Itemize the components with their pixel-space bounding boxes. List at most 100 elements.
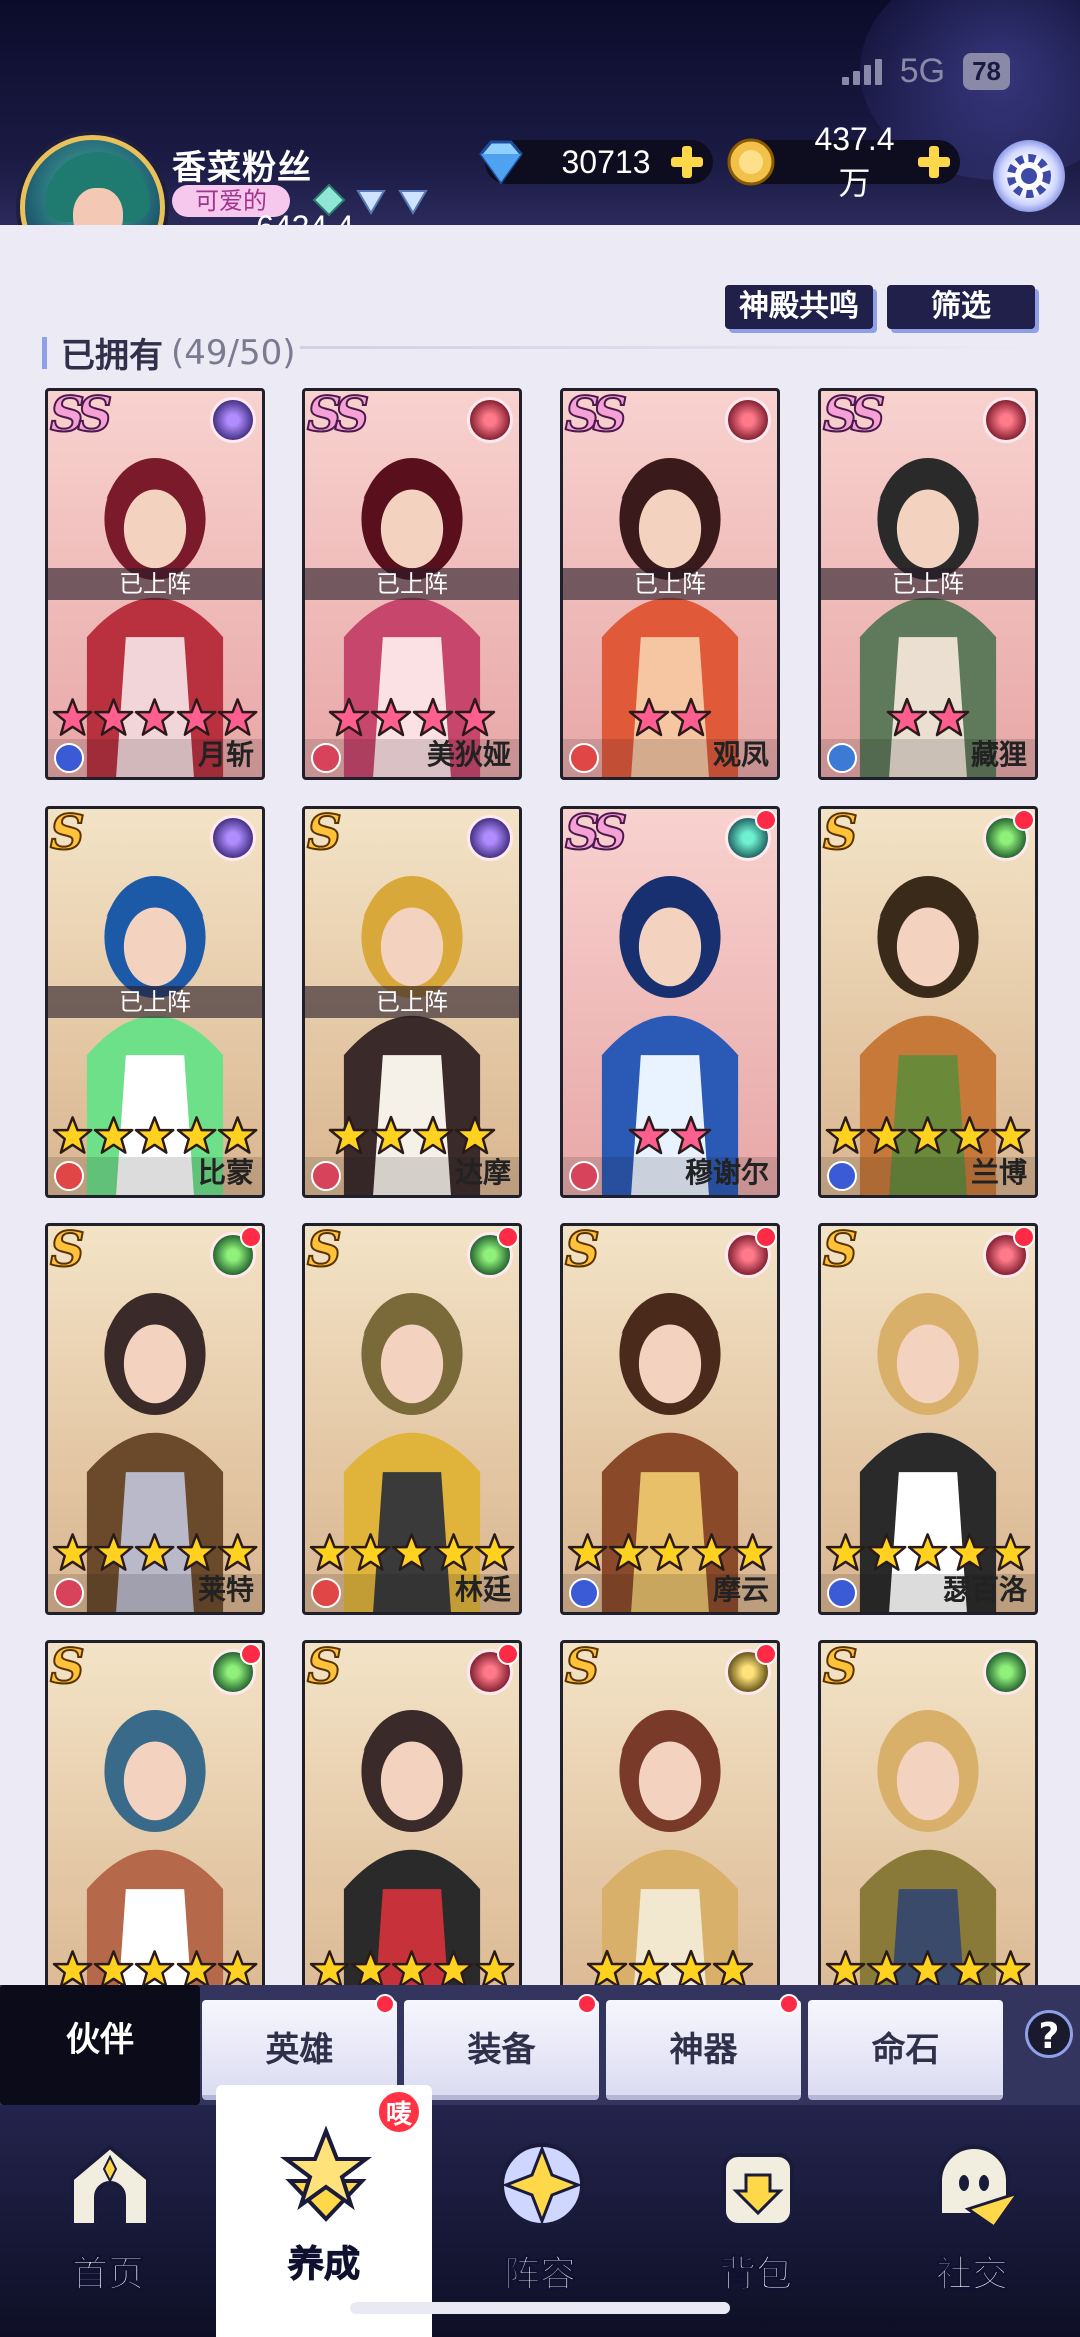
hero-card[interactable]: SS 已上阵 观凤 — [560, 388, 780, 780]
hero-card[interactable]: S 莱特 — [45, 1223, 265, 1615]
star-rating — [52, 1115, 258, 1155]
moon-faction-icon — [210, 397, 256, 443]
diamond-counter: 30713 — [479, 140, 713, 185]
star-icon — [628, 697, 670, 737]
hero-card[interactable]: S 瑟百洛 — [818, 1223, 1038, 1615]
star-icon — [93, 698, 134, 736]
hero-name: 摩云 — [712, 1573, 769, 1606]
owned-count: (49/50) — [171, 332, 296, 373]
hero-card[interactable]: S 摩云 — [560, 1223, 780, 1615]
notification-dot — [577, 1994, 597, 2014]
hero-name: 达摩 — [454, 1156, 511, 1189]
hero-grade: SS — [306, 388, 370, 444]
star-icon — [370, 1115, 412, 1155]
star-icon — [217, 1533, 258, 1571]
help-button[interactable]: ? — [1025, 2010, 1073, 2058]
notification-dot — [779, 1994, 799, 2014]
nav-label: 阵容 — [503, 2253, 576, 2296]
notification-dot — [240, 1226, 262, 1248]
hero-grade: S — [49, 1223, 86, 1279]
hero-name: 比蒙 — [197, 1156, 254, 1189]
owned-label: 已拥有 — [61, 336, 163, 376]
sword-role-icon — [54, 743, 84, 773]
notification-dot — [755, 809, 777, 831]
gear-icon — [1007, 154, 1051, 198]
hero-card[interactable]: SS 穆谢尔 — [560, 806, 780, 1198]
star-icon — [135, 1950, 175, 1988]
tab-fate-stones[interactable]: 命石 — [808, 2000, 1003, 2100]
wand-role-icon — [311, 743, 341, 773]
star-icon — [670, 1115, 712, 1155]
star-icon — [691, 1533, 732, 1571]
tab-partners[interactable]: 伙伴 — [0, 1985, 200, 2105]
tab-equipment[interactable]: 装备 — [404, 1994, 599, 2100]
add-diamond-button[interactable] — [667, 142, 707, 182]
hero-card[interactable]: S — [560, 1640, 780, 2032]
star-icon — [52, 1950, 93, 1988]
star-rating — [825, 1949, 1031, 1989]
deployed-label: 已上阵 — [821, 568, 1035, 600]
hero-card[interactable]: S 林廷 — [302, 1223, 522, 1615]
hero-card[interactable]: S 兰博 — [818, 806, 1038, 1198]
hero-name: 美狄娅 — [426, 738, 511, 771]
star-rating — [52, 1532, 258, 1572]
gem-icon — [398, 190, 428, 215]
tab-artifacts[interactable]: 神器 — [606, 1994, 801, 2100]
star-icon — [474, 1533, 515, 1571]
star-icon — [176, 698, 217, 736]
hero-card[interactable]: SS 已上阵 美狄娅 — [302, 388, 522, 780]
settings-gear-button[interactable] — [993, 140, 1065, 212]
filter-button[interactable]: 筛选 — [887, 285, 1035, 329]
temple-resonance-button[interactable]: 神殿共鸣 — [725, 285, 873, 329]
hero-card[interactable]: S — [818, 1640, 1038, 2032]
star-icon — [176, 1533, 217, 1571]
nav-label: 社交 — [935, 2253, 1008, 2296]
fire-faction-icon — [725, 397, 771, 443]
star-icon — [628, 1949, 670, 1989]
star-icon — [712, 1949, 754, 1989]
notification-dot — [1013, 1226, 1035, 1248]
hero-card[interactable]: SS 已上阵 月斩 — [45, 388, 265, 780]
star-icon — [412, 1115, 454, 1155]
hero-card[interactable]: S 已上阵 达摩 — [302, 806, 522, 1198]
hero-card[interactable]: S 已上阵 比蒙 — [45, 806, 265, 1198]
fire-faction-icon — [983, 397, 1029, 443]
star-icon — [908, 1116, 948, 1154]
star-icon — [866, 1116, 907, 1154]
hero-name: 观凤 — [712, 738, 769, 771]
add-gold-button[interactable] — [914, 142, 954, 182]
nav-cultivate[interactable]: 唛 养成 — [216, 2085, 432, 2337]
star-icon — [908, 1950, 948, 1988]
star-icon — [217, 1116, 258, 1154]
hero-grade: S — [564, 1640, 601, 1696]
backpack-icon — [722, 2153, 794, 2227]
star-icon — [586, 1949, 628, 1989]
star-icon — [135, 698, 175, 736]
star-icon — [990, 1950, 1031, 1988]
star-icon — [650, 1533, 690, 1571]
star-icon — [412, 697, 454, 737]
star-icon — [176, 1950, 217, 1988]
nav-home[interactable]: 首页 — [0, 2105, 216, 2337]
hero-grade: S — [306, 1640, 343, 1696]
wand-role-icon — [311, 1161, 341, 1191]
nav-social[interactable]: 社交 — [864, 2105, 1080, 2337]
shield-role-icon — [311, 1578, 341, 1608]
star-rating — [309, 1532, 515, 1572]
hero-card[interactable]: S — [302, 1640, 522, 2032]
hero-card[interactable]: SS 已上阵 藏狸 — [818, 388, 1038, 780]
star-icon — [454, 697, 496, 737]
notification-dot — [497, 1643, 519, 1665]
star-icon — [866, 1950, 907, 1988]
star-rating — [567, 1115, 773, 1155]
star-rating — [825, 697, 1031, 737]
star-icon — [370, 697, 412, 737]
sword-role-icon — [569, 1578, 599, 1608]
status-bar: 5G 78 — [841, 52, 1010, 91]
star-rating — [309, 1949, 515, 1989]
star-rating — [52, 697, 258, 737]
star-icon — [135, 1116, 175, 1154]
hero-card[interactable]: S — [45, 1640, 265, 2032]
star-rating — [52, 1949, 258, 1989]
star-icon — [454, 1115, 496, 1155]
